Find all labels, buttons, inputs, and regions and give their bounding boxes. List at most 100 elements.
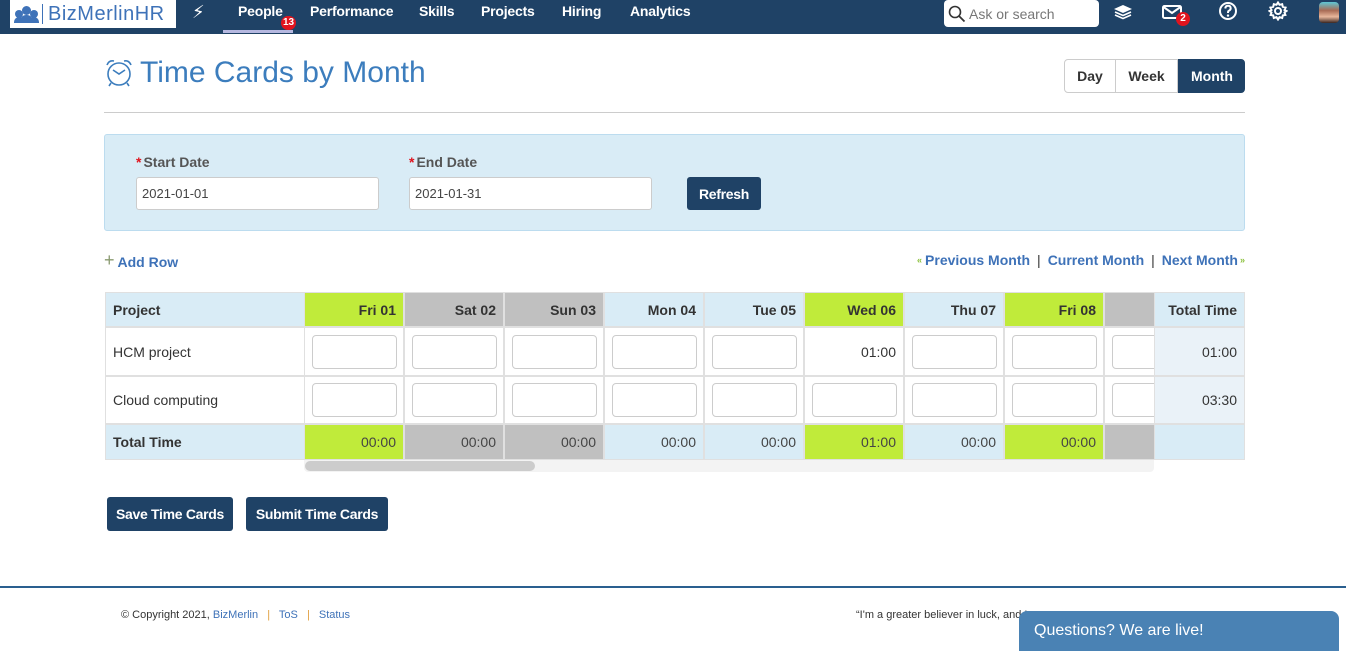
- project-name: Cloud computing: [105, 376, 305, 424]
- day-total: [1104, 424, 1154, 460]
- gear-icon[interactable]: [1268, 1, 1288, 21]
- page-title-text: Time Cards by Month: [140, 56, 426, 89]
- live-chat-widget[interactable]: Questions? We are live!: [1019, 611, 1339, 651]
- start-date-input[interactable]: [136, 177, 379, 210]
- project-name: HCM project: [105, 327, 305, 376]
- day-total: 00:00: [604, 424, 704, 460]
- day-total: 00:00: [904, 424, 1004, 460]
- day-header: Fri 01: [304, 292, 404, 327]
- day-total: 00:00: [704, 424, 804, 460]
- view-day-button[interactable]: Day: [1064, 59, 1116, 93]
- time-entry-cell: [504, 376, 604, 424]
- day-header: Sat 02: [404, 292, 504, 327]
- time-entry-input[interactable]: [411, 383, 497, 417]
- time-value: 01:00: [804, 327, 904, 376]
- people-badge: 13: [281, 16, 297, 30]
- nav-active-indicator: [223, 30, 293, 33]
- nav-skills[interactable]: Skills: [419, 3, 455, 19]
- status-link[interactable]: Status: [319, 609, 350, 621]
- day-column: Fri 08 00:00: [1004, 292, 1104, 460]
- project-total: 03:30: [1154, 376, 1245, 424]
- time-entry-cell: [304, 376, 404, 424]
- day-total: 00:00: [304, 424, 404, 460]
- day-column: Wed 06 01:00 01:00: [804, 292, 904, 460]
- logo[interactable]: BizMerlinHR: [10, 0, 176, 28]
- day-columns: Fri 01 00:00 Sat 02 00:00 Sun 03 00:00 Mon 04 0…: [304, 292, 1154, 460]
- day-columns-scroll-area[interactable]: Fri 01 00:00 Sat 02 00:00 Sun 03 00:00 Mon 04 0…: [304, 292, 1154, 472]
- page-title: Time Cards by Month: [104, 56, 426, 90]
- nav-hiring[interactable]: Hiring: [562, 3, 601, 19]
- time-entry-input[interactable]: [711, 383, 797, 417]
- search-box[interactable]: [944, 0, 1099, 27]
- time-entry-input[interactable]: [911, 334, 997, 369]
- time-entry-cell: [604, 376, 704, 424]
- current-month-link[interactable]: Current Month: [1048, 252, 1144, 268]
- chevron-left-icon: «: [917, 255, 923, 265]
- time-entry-cell: [1004, 376, 1104, 424]
- view-month-button[interactable]: Month: [1178, 59, 1245, 93]
- help-icon[interactable]: [1218, 1, 1238, 21]
- time-entry-input[interactable]: [1011, 334, 1097, 369]
- time-entry-input[interactable]: [511, 383, 597, 417]
- horizontal-scrollbar[interactable]: [304, 460, 1154, 472]
- save-time-cards-button[interactable]: Save Time Cards: [107, 497, 233, 531]
- next-month-link[interactable]: Next Month: [1162, 252, 1238, 268]
- time-entry-input[interactable]: [311, 334, 397, 369]
- month-navigation: « Previous Month | Current Month | Next …: [917, 252, 1245, 268]
- copyright: © Copyright 2021, BizMerlin | ToS | Stat…: [121, 609, 351, 621]
- chevron-right-icon: »: [1239, 255, 1245, 265]
- tos-link[interactable]: ToS: [279, 609, 298, 621]
- time-entry-cell: [1104, 376, 1154, 424]
- day-total: 00:00: [404, 424, 504, 460]
- time-entry-input[interactable]: [611, 383, 697, 417]
- time-entry-input[interactable]: [811, 383, 897, 417]
- time-entry-input[interactable]: [411, 334, 497, 369]
- avatar[interactable]: [1319, 2, 1339, 23]
- view-toggle: Day Week Month: [1064, 59, 1245, 93]
- time-entry-cell: [1004, 327, 1104, 376]
- day-header: Tue 05: [704, 292, 804, 327]
- add-row-link[interactable]: + Add Row: [104, 250, 178, 271]
- bolt-icon[interactable]: ⚡︎: [192, 2, 205, 23]
- time-entry-cell: [604, 327, 704, 376]
- nav-analytics[interactable]: Analytics: [630, 3, 691, 19]
- day-column: Sun 03 00:00: [504, 292, 604, 460]
- project-column: Project HCM project Cloud computing Tota…: [105, 292, 305, 460]
- time-entry-input[interactable]: [511, 334, 597, 369]
- total-time-header: Total Time: [1154, 292, 1245, 327]
- day-column: Fri 01 00:00: [304, 292, 404, 460]
- time-entry-input[interactable]: [1011, 383, 1097, 417]
- nav-performance[interactable]: Performance: [310, 3, 394, 19]
- day-column: Thu 07 00:00: [904, 292, 1004, 460]
- search-input[interactable]: [969, 5, 1094, 22]
- nav-projects[interactable]: Projects: [481, 3, 535, 19]
- footer-divider: [0, 586, 1346, 588]
- time-entry-cell: [404, 376, 504, 424]
- search-icon: [948, 5, 966, 22]
- day-total: 00:00: [1004, 424, 1104, 460]
- bizmerlin-link[interactable]: BizMerlin: [213, 609, 258, 621]
- end-date-input[interactable]: [409, 177, 652, 210]
- time-entry-input[interactable]: [1111, 383, 1154, 417]
- logo-divider: [42, 4, 43, 24]
- day-header: Sun 03: [504, 292, 604, 327]
- layers-icon[interactable]: [1113, 4, 1133, 20]
- start-date-label: * Start Date: [136, 154, 210, 170]
- previous-month-link[interactable]: Previous Month: [925, 252, 1030, 268]
- time-entry-input[interactable]: [611, 334, 697, 369]
- time-entry-input[interactable]: [711, 334, 797, 369]
- scrollbar-thumb[interactable]: [305, 461, 535, 471]
- day-column: Tue 05 00:00: [704, 292, 804, 460]
- alarm-clock-icon: [106, 60, 132, 87]
- refresh-button[interactable]: Refresh: [687, 177, 761, 210]
- day-total: 01:00: [804, 424, 904, 460]
- people-logo-icon: [14, 5, 39, 23]
- time-entry-cell: [304, 327, 404, 376]
- time-entry-input[interactable]: [1111, 334, 1154, 369]
- nav-people[interactable]: People: [238, 3, 283, 19]
- time-entry-input[interactable]: [911, 383, 997, 417]
- day-column: [1104, 292, 1154, 460]
- time-entry-input[interactable]: [311, 383, 397, 417]
- submit-time-cards-button[interactable]: Submit Time Cards: [246, 497, 388, 531]
- view-week-button[interactable]: Week: [1116, 59, 1178, 93]
